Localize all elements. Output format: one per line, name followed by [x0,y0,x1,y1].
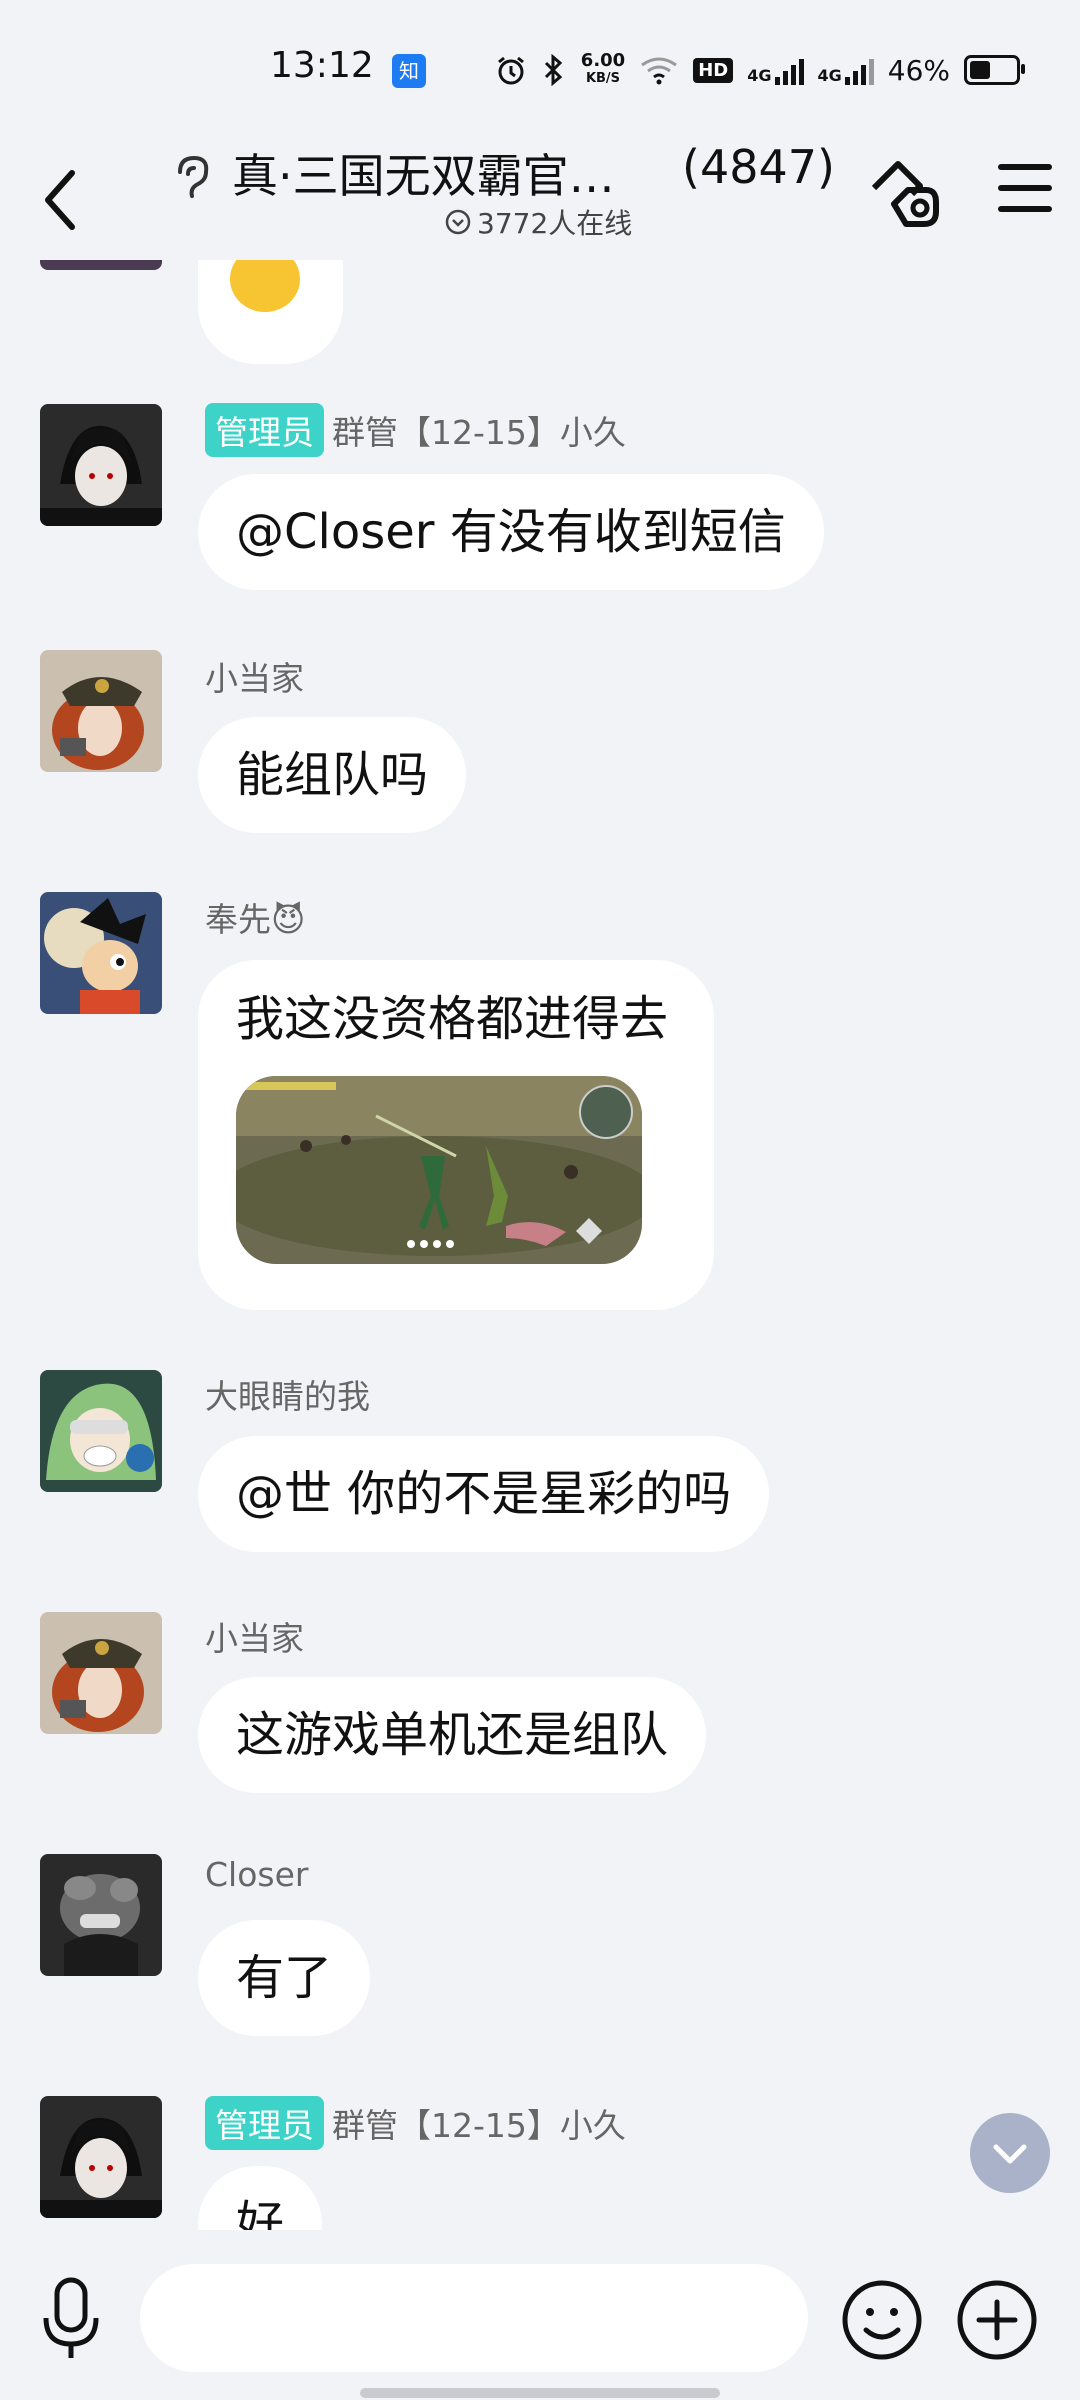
admin-badge: 管理员 [205,403,324,457]
tag-icon[interactable] [868,158,944,228]
network-type-2: 4G [818,55,874,85]
sender-name[interactable]: 大眼睛的我 [205,1370,370,1418]
scroll-to-bottom-button[interactable] [970,2113,1050,2193]
message-text: 我这没资格都进得去 [236,991,669,1047]
avatar[interactable] [40,2096,162,2218]
zhihu-app-icon: 知 [392,54,426,88]
signal-icon [774,55,804,85]
message-list[interactable]: 管理员 群管【12-15】小久 @Closer 有没有收到短信 小当家 能组队吗… [0,260,1080,2230]
message-bubble[interactable]: 有了 [198,1920,371,2036]
message-input[interactable] [140,2264,808,2372]
game-screenshot-image[interactable] [236,1076,642,1264]
net2-label: 4G [817,66,842,85]
speed-unit: KB/S [585,71,621,86]
emoji-sticker-icon [230,260,300,312]
signal-icon-2 [844,55,874,85]
message-sender: 小当家 [205,652,304,700]
message-bubble[interactable]: 好 [198,2166,323,2230]
message-bubble[interactable] [198,260,343,364]
battery-percent: 46% [887,53,950,87]
home-indicator[interactable] [360,2388,720,2398]
avatar[interactable] [40,650,162,772]
wifi-icon [641,57,678,85]
message-sender: 小当家 [205,1612,304,1660]
chat-header: 真·三国无双霸官… (4847) 3772人在线 [0,140,1080,260]
input-bar [0,2240,1080,2400]
status-icons: 6.00 KB/S HD 4G 4G 46% [495,48,1025,92]
net1-label: 4G [747,66,772,85]
online-count: 3772人在线 [477,207,633,240]
message-bubble[interactable]: 能组队吗 [198,717,467,833]
earpiece-icon[interactable] [170,152,210,202]
online-status[interactable]: 3772人在线 [445,202,632,242]
sender-name[interactable]: Closer [205,1855,308,1894]
avatar[interactable] [40,1612,162,1734]
sender-name[interactable]: 小当家 [205,652,304,700]
smiley-icon[interactable] [840,2278,924,2362]
member-count[interactable]: (4847) [682,140,835,194]
avatar[interactable] [40,404,162,526]
alarm-icon [497,56,524,85]
message-sender: Closer [205,1855,308,1894]
message-sender: 大眼睛的我 [205,1370,370,1418]
network-type-1: 4G [747,55,804,85]
chevron-down-icon [993,2144,1027,2164]
avatar[interactable] [40,1854,162,1976]
message-sender: 管理员 群管【12-15】小久 [205,2096,626,2150]
message-sender: 管理员 群管【12-15】小久 [205,403,626,457]
sender-name[interactable]: 奉先😈 [205,893,305,941]
network-speed: 6.00 KB/S [581,52,625,88]
admin-badge: 管理员 [205,2096,324,2150]
message-bubble[interactable]: @世 你的不是星彩的吗 [198,1436,770,1552]
battery-icon [964,55,1025,85]
status-bar: 13:12 知 6.00 KB/S HD 4G 4G 46% [0,0,1080,140]
hd-badge: HD [693,57,734,83]
avatar[interactable] [40,260,162,270]
message-sender: 奉先😈 [205,893,305,941]
sender-name[interactable]: 群管【12-15】小久 [332,406,626,454]
speed-value: 6.00 [580,50,626,71]
message-bubble[interactable]: @Closer 有没有收到短信 [198,474,824,590]
avatar[interactable] [40,892,162,1014]
avatar[interactable] [40,1370,162,1492]
message-bubble[interactable]: 我这没资格都进得去 [198,960,714,1310]
menu-icon[interactable] [998,164,1052,214]
back-arrow-icon[interactable] [40,165,80,235]
plus-circle-icon[interactable] [955,2278,1039,2362]
microphone-icon[interactable] [40,2276,102,2362]
bluetooth-icon [544,54,563,86]
group-title[interactable]: 真·三国无双霸官… [232,140,615,206]
sender-name[interactable]: 群管【12-15】小久 [332,2099,626,2147]
chevron-circle-icon [445,209,471,235]
status-time: 13:12 [270,45,374,86]
sender-name[interactable]: 小当家 [205,1612,304,1660]
message-bubble[interactable]: 这游戏单机还是组队 [198,1677,707,1793]
